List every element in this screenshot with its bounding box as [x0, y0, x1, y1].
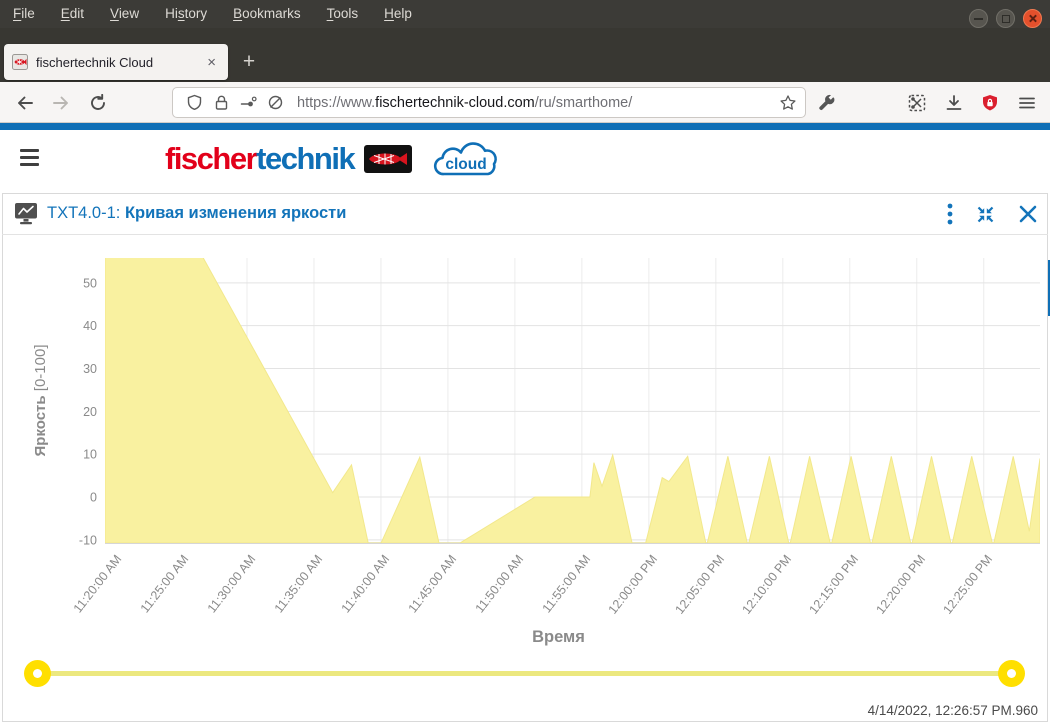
time-range-slider — [0, 655, 1050, 693]
wrench-icon[interactable] — [818, 94, 836, 112]
brightness-area-chart: 11:20:00 AM11:25:00 AM11:30:00 AM11:35:0… — [0, 240, 1050, 652]
x-tick-label: 12:05:00 PM — [673, 552, 728, 616]
x-tick-label: 12:10:00 PM — [739, 552, 794, 616]
url-text[interactable]: https://www.fischertechnik-cloud.com/ru/… — [297, 95, 779, 111]
maximize-button[interactable] — [996, 9, 1015, 28]
minimize-icon — [974, 18, 983, 20]
current-timestamp: 4/14/2022, 12:26:57 PM.960 — [868, 703, 1038, 718]
panel-title-text: Кривая изменения яркости — [125, 204, 346, 222]
panel-close-icon[interactable] — [1018, 204, 1038, 224]
chart-panel-header: TXT4.0-1: Кривая изменения яркости — [2, 193, 1048, 235]
permissions-icon[interactable] — [240, 94, 257, 111]
page: FileEditViewHistoryBookmarksToolsHelp fi… — [0, 0, 1050, 725]
favicon-fischertechnik — [12, 54, 28, 70]
blocked-permission-icon[interactable] — [267, 94, 284, 111]
slider-handle-right[interactable] — [998, 660, 1025, 687]
slider-track[interactable] — [38, 671, 1012, 676]
y-tick-label: 0 — [90, 490, 97, 504]
menubar: FileEditViewHistoryBookmarksToolsHelp — [0, 0, 1050, 28]
menubar-item-view[interactable]: View — [97, 0, 152, 28]
site-header: fischertechnik cloud Здравствуйте GregZe… — [0, 130, 1050, 186]
tracking-shield-icon[interactable] — [186, 94, 203, 111]
adblock-shield-icon[interactable] — [981, 94, 999, 112]
panel-title: TXT4.0-1: Кривая изменения яркости — [47, 204, 346, 223]
menubar-item-bookmarks[interactable]: Bookmarks — [220, 0, 314, 28]
url-bar[interactable]: https://www.fischertechnik-cloud.com/ru/… — [172, 87, 806, 118]
x-axis-title: Время — [532, 628, 585, 646]
panel-device-label: TXT4.0-1: — [47, 204, 120, 222]
navigation-toolbar: https://www.fischertechnik-cloud.com/ru/… — [0, 82, 1050, 123]
kebab-menu-icon[interactable] — [947, 203, 953, 225]
x-tick-label: 11:55:00 AM — [540, 552, 594, 615]
new-tab-button[interactable]: + — [236, 50, 262, 76]
y-tick-label: 30 — [83, 362, 97, 376]
x-tick-label: 12:00:00 PM — [606, 552, 661, 616]
lock-icon[interactable] — [213, 94, 230, 111]
url-domain: fischertechnik-cloud.com — [375, 95, 535, 111]
y-axis-title: Яркость [0-100] — [32, 344, 49, 456]
maximize-icon — [1002, 15, 1010, 23]
x-tick-label: 11:35:00 AM — [272, 552, 326, 615]
close-button[interactable] — [1023, 9, 1042, 28]
cloud-logo: cloud — [426, 138, 502, 180]
x-tick-label: 11:30:00 AM — [205, 552, 259, 615]
menubar-item-edit[interactable]: Edit — [48, 0, 97, 28]
forward-button[interactable] — [52, 94, 70, 112]
site-top-strip — [0, 123, 1050, 130]
y-tick-label: 40 — [83, 319, 97, 333]
y-tick-label: 10 — [83, 448, 97, 462]
cloud-logo-text: cloud — [446, 156, 487, 173]
y-tick-label: 50 — [83, 276, 97, 290]
menubar-item-tools[interactable]: Tools — [314, 0, 372, 28]
site-menu-icon[interactable] — [20, 149, 39, 166]
brand-fischer: fischer — [165, 141, 256, 176]
area-series-Яркость — [105, 257, 1040, 547]
fish-logo-icon — [364, 145, 412, 173]
menubar-item-file[interactable]: File — [0, 0, 48, 28]
minimize-button[interactable] — [969, 9, 988, 28]
fischertechnik-logo[interactable]: fischertechnik cloud — [165, 138, 502, 180]
compress-icon[interactable] — [975, 204, 996, 225]
brand-technik: technik — [256, 141, 354, 176]
download-icon[interactable] — [945, 94, 963, 112]
menubar-item-help[interactable]: Help — [371, 0, 425, 28]
x-tick-label: 11:25:00 AM — [138, 552, 192, 615]
bookmark-star-icon[interactable] — [779, 94, 797, 112]
tab-close-icon[interactable]: × — [203, 54, 220, 71]
menubar-item-history[interactable]: History — [152, 0, 220, 28]
x-tick-label: 11:40:00 AM — [339, 552, 393, 615]
y-tick-label: -10 — [79, 533, 97, 547]
reload-button[interactable] — [89, 94, 107, 112]
x-tick-label: 11:45:00 AM — [406, 552, 460, 615]
menu-items: FileEditViewHistoryBookmarksToolsHelp — [0, 0, 425, 28]
window-controls — [969, 9, 1042, 28]
menu-hamburger-icon[interactable] — [1018, 94, 1036, 112]
x-tick-label: 12:20:00 PM — [873, 552, 928, 616]
close-icon — [1024, 10, 1041, 27]
y-tick-label: 20 — [83, 405, 97, 419]
back-button[interactable] — [16, 94, 34, 112]
x-tick-label: 11:20:00 AM — [71, 552, 125, 615]
brand-wordmark: fischertechnik — [165, 139, 354, 179]
url-path: /ru/smarthome/ — [535, 95, 633, 111]
tab-title: fischertechnik Cloud — [36, 55, 203, 70]
x-tick-label: 11:50:00 AM — [473, 552, 527, 615]
tab-bar: fischertechnik Cloud × + — [0, 28, 1050, 82]
chart-monitor-icon — [14, 202, 38, 225]
url-scheme: https://www. — [297, 95, 375, 111]
x-tick-label: 12:15:00 PM — [806, 552, 861, 616]
panel-actions — [947, 193, 1038, 235]
slider-handle-left[interactable] — [24, 660, 51, 687]
x-tick-label: 12:25:00 PM — [940, 552, 995, 616]
tab-fischertechnik-cloud[interactable]: fischertechnik Cloud × — [4, 44, 228, 80]
screenshot-icon[interactable] — [908, 94, 926, 112]
